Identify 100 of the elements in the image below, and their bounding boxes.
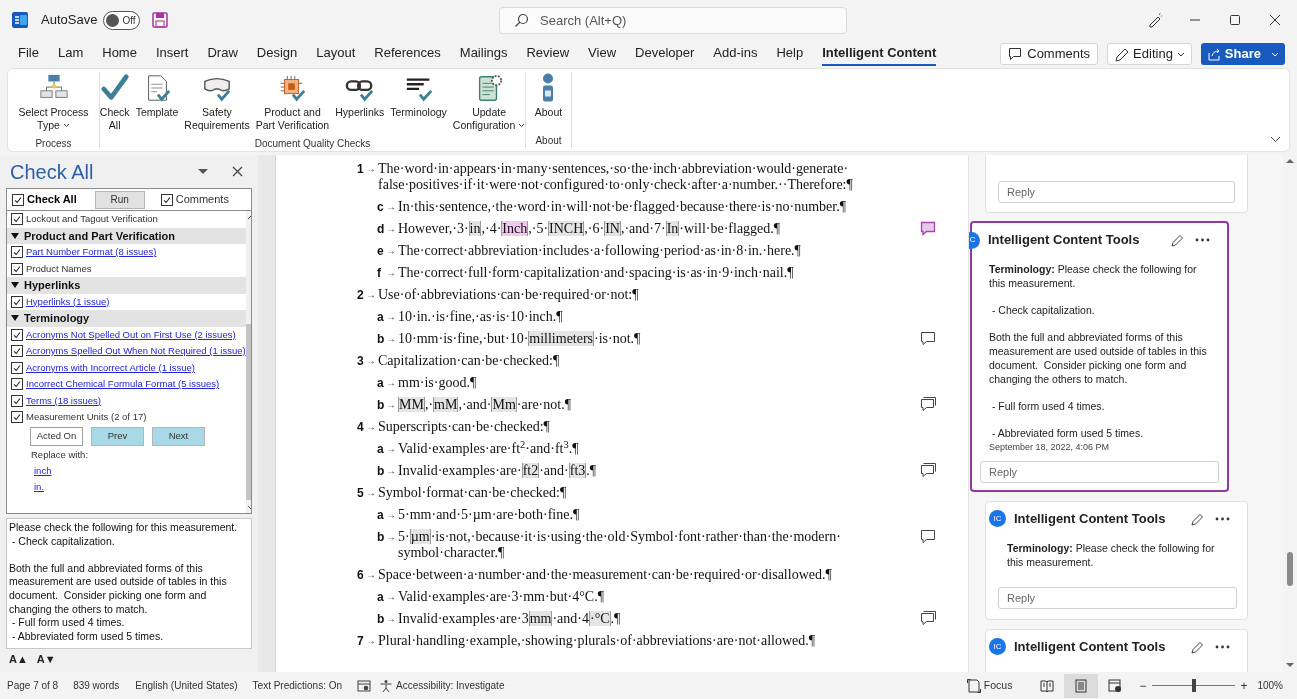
pencil-icon[interactable] [1170, 233, 1184, 247]
comment-marker-icon[interactable] [920, 331, 936, 346]
checkbox[interactable] [11, 394, 23, 407]
issue-link[interactable]: Terms (18 issues) [26, 393, 101, 408]
checkbox[interactable] [11, 295, 23, 308]
accessibility-button[interactable]: Accessibility: Investigate [379, 678, 505, 693]
ribbon-button[interactable]: Hyperlinks [333, 73, 387, 119]
comment-thread-icon[interactable] [920, 611, 936, 626]
item-label: Lockout and Tagout Verification [26, 212, 158, 227]
comment-thread-icon[interactable] [920, 463, 936, 478]
checkbox[interactable] [12, 193, 24, 206]
pencil-icon[interactable] [1190, 639, 1204, 654]
replacement-link[interactable]: in. [34, 480, 45, 495]
menu-tab[interactable]: Design [256, 42, 298, 66]
issue-link[interactable]: Acronyms Spelled Out When Not Required (1 issue) [26, 344, 246, 359]
comment-thread-icon[interactable] [920, 397, 936, 412]
menu-tab[interactable]: View [588, 42, 617, 66]
checkbox[interactable] [11, 411, 23, 424]
paragraph-text: Valid·examples·are·ft$^{2}$·and·ft$^{3}$.¶ [398, 441, 580, 457]
page-count: Page 7 of 8 [7, 679, 59, 693]
replacement-link[interactable]: inch [34, 464, 52, 479]
menu-tab[interactable]: Help [776, 42, 804, 66]
comments-button[interactable]: Comments [1000, 43, 1099, 65]
document-app-icon[interactable] [11, 11, 29, 29]
share-button[interactable]: Share [1200, 43, 1285, 65]
save-icon[interactable] [152, 12, 169, 28]
list-number: f [377, 265, 382, 281]
ribbon-button[interactable]: Product and Part Verification [253, 73, 332, 132]
font-size-button[interactable]: A▲ [9, 651, 28, 668]
issue-link[interactable]: Incorrect Chemical Formula Format (5 issues) [26, 377, 220, 392]
caret-icon[interactable] [197, 168, 209, 175]
slider-thumb[interactable] [1191, 679, 1196, 692]
checkbox[interactable] [11, 361, 23, 374]
menu-tab[interactable]: References [374, 42, 441, 66]
run-button[interactable]: Run [94, 190, 145, 209]
menu-tab[interactable]: Add-ins [713, 42, 758, 66]
comment-card[interactable]: IC Intelligent Content Tools Terminology: Please check the following for this measurement. Reply [985, 500, 1248, 620]
tab-mark: → [386, 442, 397, 456]
more-options-icon[interactable] [1214, 643, 1231, 650]
reply-field[interactable]: Reply [980, 460, 1219, 483]
macro-icon[interactable] [357, 678, 372, 693]
more-options-icon[interactable] [1194, 237, 1211, 243]
menu-tab[interactable]: Draw [207, 42, 238, 66]
issue-link[interactable]: Hyperlinks (1 issue) [26, 294, 110, 309]
scroll-down-icon[interactable] [1285, 662, 1295, 669]
comment-marker-icon[interactable] [920, 221, 936, 236]
menu-tab[interactable]: File [18, 42, 39, 66]
search-field[interactable]: Search (Alt+Q) [499, 6, 847, 34]
reply-field[interactable]: Reply [998, 181, 1235, 203]
action-button[interactable]: Prev [91, 427, 144, 446]
menu-tab[interactable]: Review [526, 42, 570, 66]
expand-triangle-icon[interactable] [11, 281, 19, 290]
reply-field[interactable]: Reply [998, 586, 1237, 609]
action-button[interactable]: Next [152, 427, 205, 446]
maximize-icon [1227, 12, 1243, 28]
zoom-out-button[interactable]: − [1139, 676, 1147, 695]
paragraph-text: Valid·examples·are·3·mm·but·4°C.¶ [398, 589, 605, 605]
checkbox[interactable] [160, 193, 173, 206]
pencil-icon[interactable] [1190, 511, 1204, 526]
font-size-button[interactable]: A▼ [36, 651, 56, 668]
zoom-in-button[interactable]: + [1240, 676, 1248, 695]
ribbon-button[interactable]: Check All [97, 73, 132, 132]
ribbon-button[interactable]: Terminology [388, 73, 449, 119]
issue-link[interactable]: Acronyms Not Spelled Out on First Use (2 issues) [26, 327, 236, 342]
checkbox[interactable] [11, 262, 23, 275]
focus-button[interactable]: Focus [966, 677, 1013, 694]
close-icon[interactable] [232, 166, 243, 177]
expand-triangle-icon[interactable] [11, 314, 19, 323]
paragraph-text: Superscripts·can·be·checked:¶ [378, 419, 551, 435]
menu-tab[interactable]: Mailings [459, 42, 508, 66]
menu-tab[interactable]: Developer [635, 42, 695, 66]
autosave-toggle[interactable]: Off [103, 10, 141, 30]
menu-tab[interactable]: Lam [57, 42, 84, 66]
ribbon-button[interactable]: Template [133, 73, 181, 119]
checkbox[interactable] [11, 328, 23, 341]
comment-card[interactable] [970, 221, 1229, 492]
checkbox[interactable] [11, 378, 23, 391]
comment-card[interactable]: IC Intelligent Content Tools [985, 628, 1248, 672]
issue-link[interactable]: Part Number Format (8 issues) [26, 245, 157, 260]
checkbox[interactable] [11, 246, 23, 259]
ribbon-button[interactable]: Safety Requirements [182, 73, 252, 132]
checkbox[interactable] [11, 345, 23, 358]
comment-marker-icon[interactable] [920, 529, 936, 544]
menu-tab[interactable]: Layout [316, 42, 356, 66]
more-options-icon[interactable] [1214, 515, 1231, 522]
issue-link[interactable]: Acronyms with Incorrect Article (1 issue) [26, 360, 195, 375]
ribbon-button[interactable]: About [532, 73, 565, 119]
checkbox[interactable] [11, 213, 23, 226]
menu-tab[interactable]: Home [102, 42, 137, 66]
action-button[interactable]: Acted On [30, 427, 83, 446]
menu-tab[interactable]: Intelligent Content [822, 42, 937, 66]
menu-tab[interactable]: Insert [155, 42, 189, 66]
expand-triangle-icon[interactable] [11, 231, 19, 240]
scroll-up-icon[interactable] [1285, 157, 1295, 164]
ribbon-button[interactable]: Update Configuration [450, 73, 528, 132]
zoom-slider[interactable] [1152, 679, 1236, 692]
scroll-thumb[interactable] [1287, 552, 1293, 586]
editing-button[interactable]: Editing [1107, 43, 1192, 65]
collapse-ribbon-icon[interactable] [1270, 136, 1281, 143]
ribbon-button[interactable]: Select Process Type [16, 73, 91, 132]
